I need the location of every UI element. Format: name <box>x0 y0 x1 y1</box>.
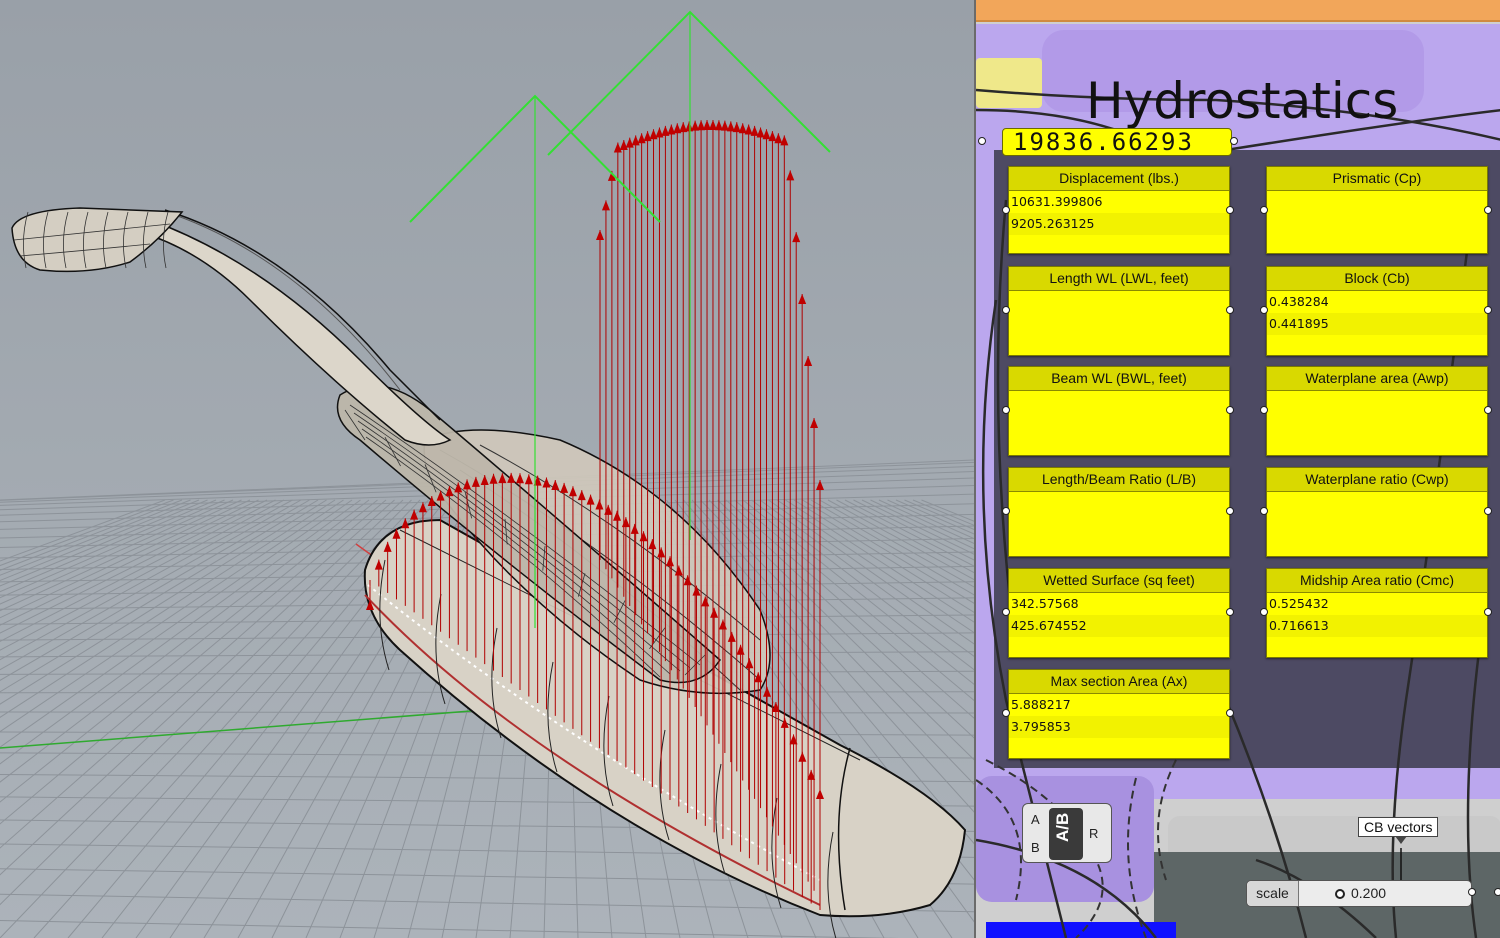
panel-length-beam[interactable]: Length/Beam Ratio (L/B) <box>1008 467 1230 557</box>
group-title: Hydrostatics <box>1086 72 1399 130</box>
panel-title: Waterplane area (Awp) <box>1267 367 1487 391</box>
panel-value: 0.441895 <box>1267 313 1487 335</box>
panel-prismatic[interactable]: Prismatic (Cp) <box>1266 166 1488 254</box>
panel-max-section[interactable]: Max section Area (Ax) 5.888217 3.795853 <box>1008 669 1230 759</box>
slider-knob[interactable] <box>1335 889 1345 899</box>
scale-slider[interactable]: scale 0.200 <box>1246 880 1472 907</box>
panel-midship-area[interactable]: Midship Area ratio (Cmc) 0.525432 0.716613 <box>1266 568 1488 658</box>
panel-length-wl[interactable]: Length WL (LWL, feet) <box>1008 266 1230 356</box>
panel-value: 0.438284 <box>1269 294 1329 309</box>
cb-vectors-label: CB vectors <box>1358 817 1439 844</box>
panel-title: Prismatic (Cp) <box>1267 167 1487 191</box>
panel-output-port[interactable] <box>1226 306 1234 314</box>
division-label: A/B <box>1053 812 1072 842</box>
panel-value: 9205.263125 <box>1009 213 1229 235</box>
panel-value: 342.57568 <box>1011 596 1079 611</box>
panel-value: 0.525432 <box>1269 596 1329 611</box>
input-a-label[interactable]: A <box>1031 812 1040 827</box>
panel-title: Waterplane ratio (Cwp) <box>1267 468 1487 492</box>
panel-title: Wetted Surface (sq feet) <box>1009 569 1229 593</box>
panel-waterplane-ratio[interactable]: Waterplane ratio (Cwp) <box>1266 467 1488 557</box>
panel-block[interactable]: Block (Cb) 0.438284 0.441895 <box>1266 266 1488 356</box>
panel-output-port[interactable] <box>1484 406 1492 414</box>
panel-title: Beam WL (BWL, feet) <box>1009 367 1229 391</box>
panel-value: 10631.399806 <box>1011 194 1103 209</box>
slider-output-port[interactable] <box>1468 888 1476 896</box>
panel-title: Length/Beam Ratio (L/B) <box>1009 468 1229 492</box>
panel-output-port[interactable] <box>1226 406 1234 414</box>
panel-output-port[interactable] <box>1484 206 1492 214</box>
viewport-scene <box>0 10 974 938</box>
panel-value: 3.795853 <box>1009 716 1229 738</box>
slider-label: scale <box>1247 881 1299 906</box>
panel-input-port[interactable] <box>1002 507 1010 515</box>
panel-output-port[interactable] <box>1484 306 1492 314</box>
division-core[interactable]: A/B <box>1049 808 1083 860</box>
grasshopper-canvas[interactable]: Hydrostatics 19836.66293 Displacement (l… <box>974 0 1500 938</box>
panel-waterplane-area[interactable]: Waterplane area (Awp) <box>1266 366 1488 456</box>
panel-output-port[interactable] <box>1484 507 1492 515</box>
displacement-total-panel[interactable]: 19836.66293 <box>1002 128 1232 156</box>
number-output-port[interactable] <box>1230 137 1238 145</box>
edge-port[interactable] <box>1494 888 1500 896</box>
output-r-label[interactable]: R <box>1089 826 1098 841</box>
panel-wetted-surface[interactable]: Wetted Surface (sq feet) 342.57568 425.674… <box>1008 568 1230 658</box>
panel-input-port[interactable] <box>1002 306 1010 314</box>
panel-output-port[interactable] <box>1484 608 1492 616</box>
division-component[interactable]: A B A/B R <box>1022 803 1112 863</box>
input-b-label[interactable]: B <box>1031 840 1040 855</box>
panel-input-port[interactable] <box>1260 206 1268 214</box>
panel-output-port[interactable] <box>1226 206 1234 214</box>
panel-value: 425.674552 <box>1009 615 1229 637</box>
panel-title: Block (Cb) <box>1267 267 1487 291</box>
panel-title: Length WL (LWL, feet) <box>1009 267 1229 291</box>
panel-title: Midship Area ratio (Cmc) <box>1267 569 1487 593</box>
panel-output-port[interactable] <box>1226 608 1234 616</box>
panel-output-port[interactable] <box>1226 709 1234 717</box>
panel-value: 5.888217 <box>1011 697 1071 712</box>
panel-input-port[interactable] <box>1260 406 1268 414</box>
rhino-viewport[interactable] <box>0 0 974 938</box>
number-input-port[interactable] <box>978 137 986 145</box>
panel-displacement[interactable]: Displacement (lbs.) 10631.399806 9205.2631… <box>1008 166 1230 254</box>
slider-value: 0.200 <box>1351 885 1387 901</box>
panel-input-port[interactable] <box>1002 206 1010 214</box>
panel-value: 0.716613 <box>1267 615 1487 637</box>
panel-title: Max section Area (Ax) <box>1009 670 1229 694</box>
panel-output-port[interactable] <box>1226 507 1234 515</box>
panel-beam-wl[interactable]: Beam WL (BWL, feet) <box>1008 366 1230 456</box>
panel-input-port[interactable] <box>1002 608 1010 616</box>
panel-input-port[interactable] <box>1260 507 1268 515</box>
panel-input-port[interactable] <box>1260 306 1268 314</box>
panel-input-port[interactable] <box>1002 709 1010 717</box>
panel-input-port[interactable] <box>1260 608 1268 616</box>
panel-input-port[interactable] <box>1002 406 1010 414</box>
panel-title: Displacement (lbs.) <box>1009 167 1229 191</box>
